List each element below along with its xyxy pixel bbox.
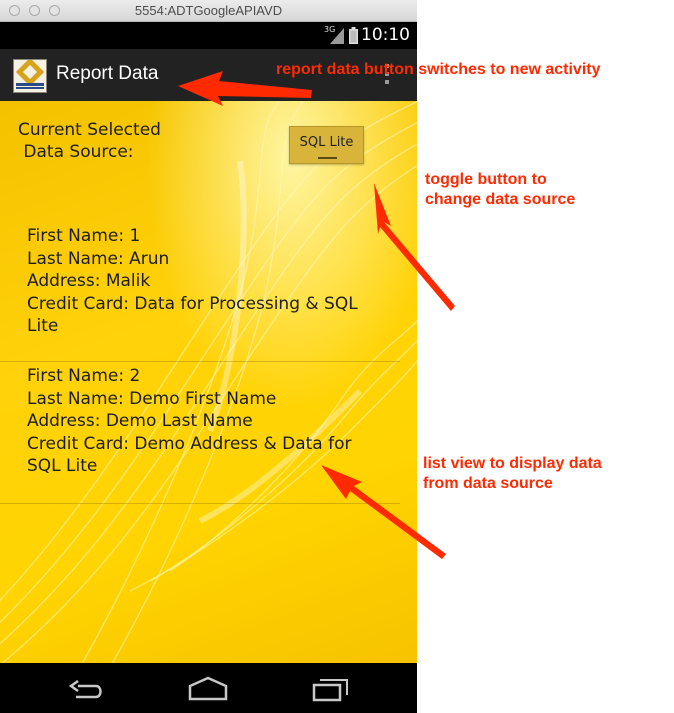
annotation-toggle: toggle button to change data source: [425, 171, 576, 208]
credit-card-text: Credit Card: Demo Address & Data for SQL…: [27, 433, 352, 477]
list-item[interactable]: First Name: 1 Last Name: Arun Address: M…: [0, 219, 417, 360]
navigation-bar: [0, 663, 417, 713]
address-text: Address: Demo Last Name: [27, 411, 253, 431]
recent-apps-icon[interactable]: [311, 673, 351, 703]
status-bar: 3G 10:10: [0, 22, 417, 49]
first-name-text: First Name: 1: [27, 226, 141, 246]
battery-icon: [349, 27, 358, 44]
status-time: 10:10: [361, 25, 410, 45]
last-name-text: Last Name: Arun: [27, 248, 170, 269]
app-logo-icon[interactable]: [13, 57, 47, 93]
window-title: 5554:ADTGoogleAPIAVD: [134, 3, 283, 18]
emulator-screen: 3G 10:10 Report Data Current Selected Da…: [0, 22, 417, 713]
list-item[interactable]: First Name: 2 Last Name: Demo First Name…: [0, 362, 417, 503]
first-name-text: First Name: 2: [27, 366, 141, 386]
annotation-list-view: list view to display data from data sour…: [423, 455, 602, 492]
signal-icon: [330, 28, 344, 44]
address-text: Address: Malik: [27, 271, 151, 291]
report-data-button[interactable]: Report Data: [56, 63, 158, 85]
back-icon[interactable]: [66, 673, 106, 703]
window-title-bar: 5554:ADTGoogleAPIAVD: [0, 0, 417, 22]
list-divider: [0, 503, 400, 504]
main-content: Current Selected Data Source: SQL Lite F…: [0, 101, 417, 663]
toggle-indicator: [318, 157, 337, 159]
toggle-label: SQL Lite: [299, 135, 354, 150]
credit-card-text: Credit Card: Data for Processing & SQL L…: [27, 293, 358, 337]
annotation-report-data: report data button switches to new activ…: [276, 61, 601, 78]
last-name-text: Last Name: Demo First Name: [27, 388, 277, 409]
data-source-toggle-button[interactable]: SQL Lite: [289, 126, 364, 164]
data-source-label: Current Selected Data Source:: [18, 120, 161, 162]
home-icon[interactable]: [188, 673, 228, 703]
